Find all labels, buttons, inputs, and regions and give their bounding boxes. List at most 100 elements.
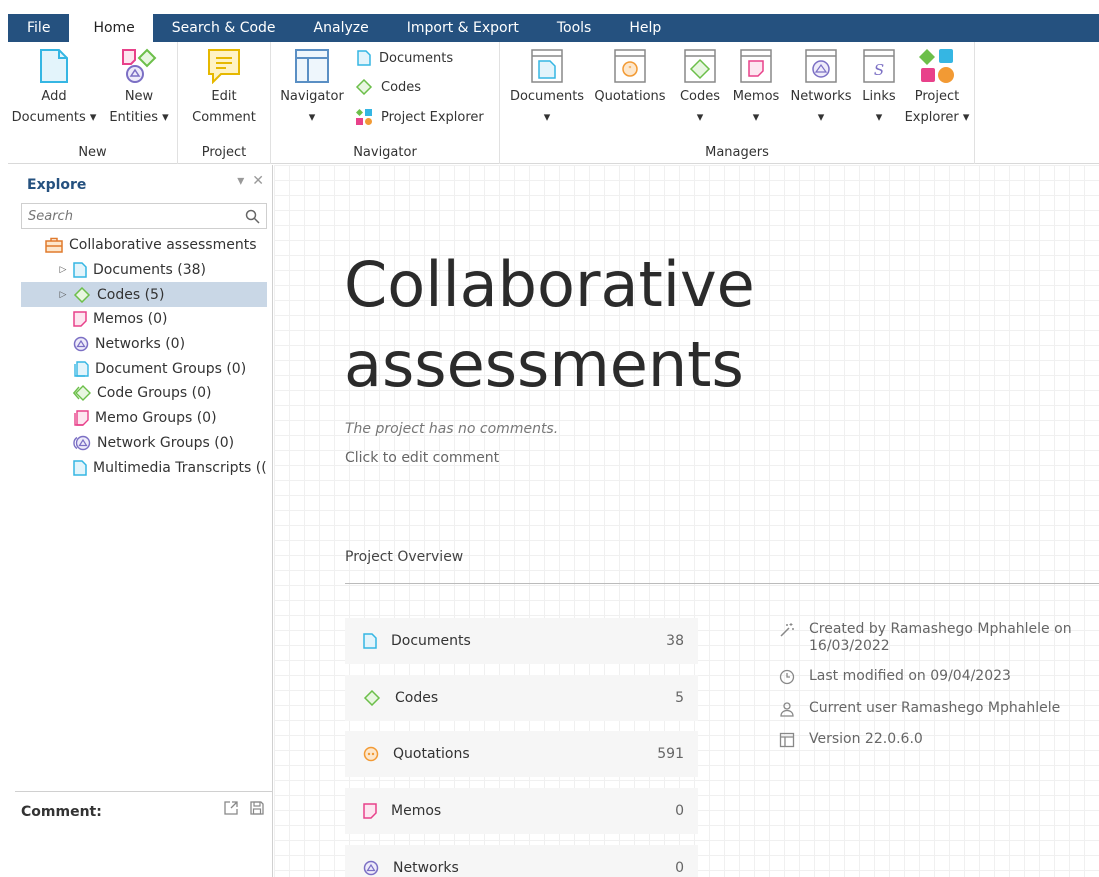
add-documents-label-2: Documents ▾ (11, 110, 97, 125)
stat-memos[interactable]: Memos 0 (345, 788, 698, 834)
expand-arrow-icon[interactable]: ▷ (57, 265, 69, 275)
explore-title: Explore (27, 177, 87, 193)
stat-count: 591 (657, 746, 684, 762)
navigator-panel-icon (295, 49, 329, 83)
ribbon-group-new: Add Documents ▾ New Entities ▾ New (8, 42, 178, 164)
tree-item-project[interactable]: Collaborative assessments (21, 233, 267, 258)
dropdown-arrow-icon[interactable]: ▾ (237, 173, 244, 189)
memo-icon (73, 311, 87, 328)
ribbon-group-project: Edit Comment Project (178, 42, 271, 164)
menu-analyze[interactable]: Analyze (295, 14, 388, 42)
project-explorer-manager-button[interactable]: Project Explorer ▾ (902, 48, 972, 128)
quotations-manager-icon: " (614, 49, 646, 83)
project-explorer-manager-label-2: Explorer ▾ (904, 110, 970, 125)
quotation-icon (363, 746, 379, 762)
links-manager-button[interactable]: S Links ▾ (856, 48, 902, 128)
magic-wand-icon (780, 623, 794, 637)
tree-item-label: Memos (0) (93, 311, 168, 328)
navigator-project-explorer-label: Project Explorer (381, 109, 484, 125)
document-icon (363, 633, 377, 649)
tree-item-memo-groups[interactable]: Memo Groups (0) (21, 406, 267, 431)
comment-controls (223, 800, 265, 816)
menu-search-code[interactable]: Search & Code (153, 14, 295, 42)
stat-label: Networks (393, 860, 459, 876)
links-manager-icon: S (863, 49, 895, 83)
stat-count: 0 (675, 860, 684, 876)
explore-search-box (21, 203, 267, 229)
memo-group-icon (74, 410, 89, 426)
code-icon (363, 690, 381, 706)
documents-manager-button[interactable]: Documents ▾ (508, 48, 586, 128)
explore-search-input[interactable] (28, 208, 228, 224)
menu-import-export[interactable]: Import & Export (388, 14, 538, 42)
comment-pane: Comment: (15, 791, 273, 877)
project-explorer-icon (356, 109, 372, 125)
network-group-icon (73, 435, 91, 451)
stat-networks[interactable]: Networks 0 (345, 845, 698, 877)
tree-item-memos[interactable]: Memos (0) (21, 307, 267, 332)
navigator-codes-label: Codes (381, 79, 422, 95)
codes-manager-label-1: Codes (679, 89, 721, 104)
navigator-label-2: ▾ (308, 110, 316, 125)
networks-manager-button[interactable]: Networks ▾ (786, 48, 856, 128)
menu-file[interactable]: File (8, 14, 69, 42)
add-documents-button[interactable]: Add Documents ▾ (10, 48, 98, 128)
project-overview-page: Collaborative assessments The project ha… (274, 165, 1099, 877)
no-comments-text: The project has no comments. (345, 421, 559, 437)
search-icon[interactable] (245, 209, 260, 224)
expand-arrow-icon[interactable]: ▷ (57, 290, 69, 300)
new-entities-button[interactable]: New Entities ▾ (104, 48, 174, 128)
tree-item-label: Networks (0) (95, 336, 186, 353)
tree-item-network-groups[interactable]: Network Groups (0) (21, 431, 267, 456)
tree-item-documents[interactable]: ▷ Documents (38) (21, 258, 267, 283)
stat-codes[interactable]: Codes 5 (345, 675, 698, 721)
save-icon[interactable] (249, 800, 265, 816)
stat-quotations[interactable]: Quotations 591 (345, 731, 698, 777)
code-group-icon (73, 385, 91, 402)
networks-manager-label-2: ▾ (817, 110, 825, 125)
open-external-icon[interactable] (223, 800, 239, 816)
memos-manager-button[interactable]: Memos ▾ (726, 48, 786, 128)
tree-item-multimedia-transcripts[interactable]: Multimedia Transcripts (( (21, 455, 267, 480)
navigator-label-1: Navigator (280, 89, 344, 104)
comment-icon (208, 49, 240, 84)
navigator-codes-button[interactable]: Codes (355, 79, 421, 95)
edit-comment-button[interactable]: Edit Comment (184, 48, 264, 128)
tree-item-label: Codes (5) (97, 286, 165, 303)
clock-icon (779, 669, 795, 685)
documents-manager-label-1: Documents (509, 89, 585, 104)
navigator-project-explorer-button[interactable]: Project Explorer (355, 108, 484, 126)
documents-manager-label-2: ▾ (543, 110, 551, 125)
edit-comment-label-2: Comment (192, 110, 256, 125)
menu-home[interactable]: Home (69, 14, 153, 42)
close-icon[interactable]: ✕ (252, 173, 264, 189)
menu-tools[interactable]: Tools (538, 14, 611, 42)
tree-item-document-groups[interactable]: Document Groups (0) (21, 356, 267, 381)
stat-documents[interactable]: Documents 38 (345, 618, 698, 664)
quotations-manager-button[interactable]: " Quotations (590, 48, 670, 107)
tree-item-code-groups[interactable]: Code Groups (0) (21, 381, 267, 406)
add-documents-label-1: Add (41, 89, 67, 104)
tree-item-networks[interactable]: Networks (0) (21, 332, 267, 357)
page-title-line-2: assessments (344, 328, 744, 401)
comment-label: Comment: (21, 804, 102, 820)
tree-item-codes[interactable]: ▷ Codes (5) (21, 282, 267, 308)
group-label-new: New (78, 145, 107, 160)
codes-manager-button[interactable]: Codes ▾ (674, 48, 726, 128)
explore-tree: Collaborative assessments ▷ Documents (3… (21, 233, 267, 480)
navigator-documents-button[interactable]: Documents (357, 50, 453, 66)
memo-icon (363, 803, 377, 819)
project-overview-heading: Project Overview (345, 549, 464, 565)
stat-label: Quotations (393, 746, 470, 762)
overview-divider (345, 583, 1099, 584)
stat-label: Memos (391, 803, 442, 819)
edit-comment-link[interactable]: Click to edit comment (345, 450, 499, 466)
navigator-button[interactable]: Navigator ▾ (275, 48, 349, 128)
info-version: Version 22.0.6.0 (779, 731, 923, 748)
project-explorer-manager-label-1: Project (914, 89, 960, 104)
menu-help[interactable]: Help (610, 14, 680, 42)
created-line-1: Created by Ramashego Mphahlele on (809, 621, 1072, 637)
created-line-2: 16/03/2022 (809, 638, 890, 654)
new-entities-icon (122, 48, 157, 83)
ribbon-group-managers: Documents ▾ " Quotations Codes ▾ Memos ▾… (500, 42, 975, 164)
